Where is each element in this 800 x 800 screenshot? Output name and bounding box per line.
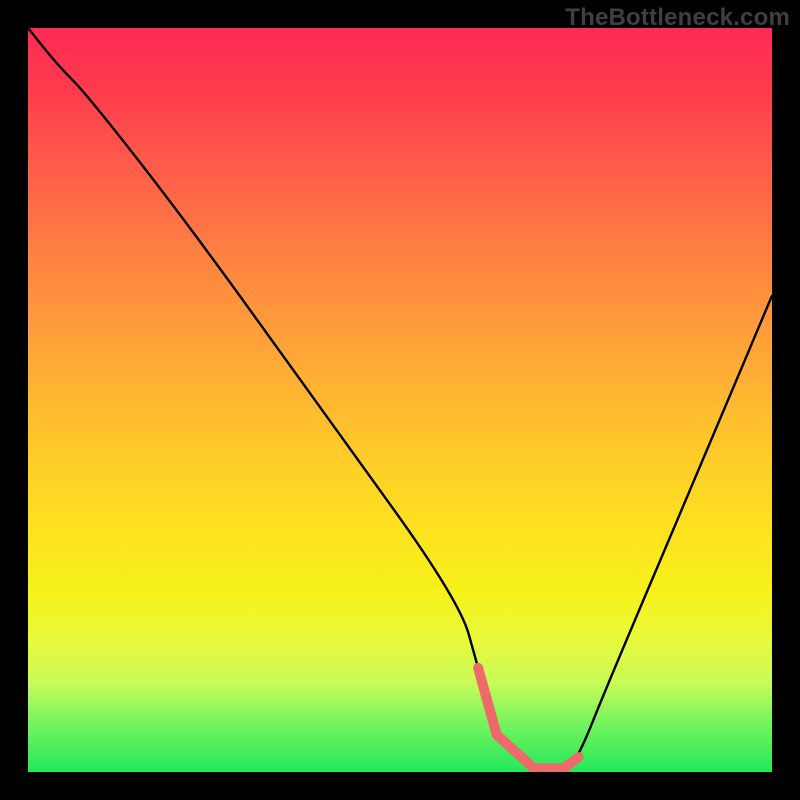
chart-frame: TheBottleneck.com (0, 0, 800, 800)
plot-area (28, 28, 772, 772)
curve-layer (28, 28, 772, 772)
no-bottleneck-segment (478, 668, 578, 769)
watermark-text: TheBottleneck.com (565, 4, 790, 32)
bottleneck-curve (28, 28, 772, 772)
